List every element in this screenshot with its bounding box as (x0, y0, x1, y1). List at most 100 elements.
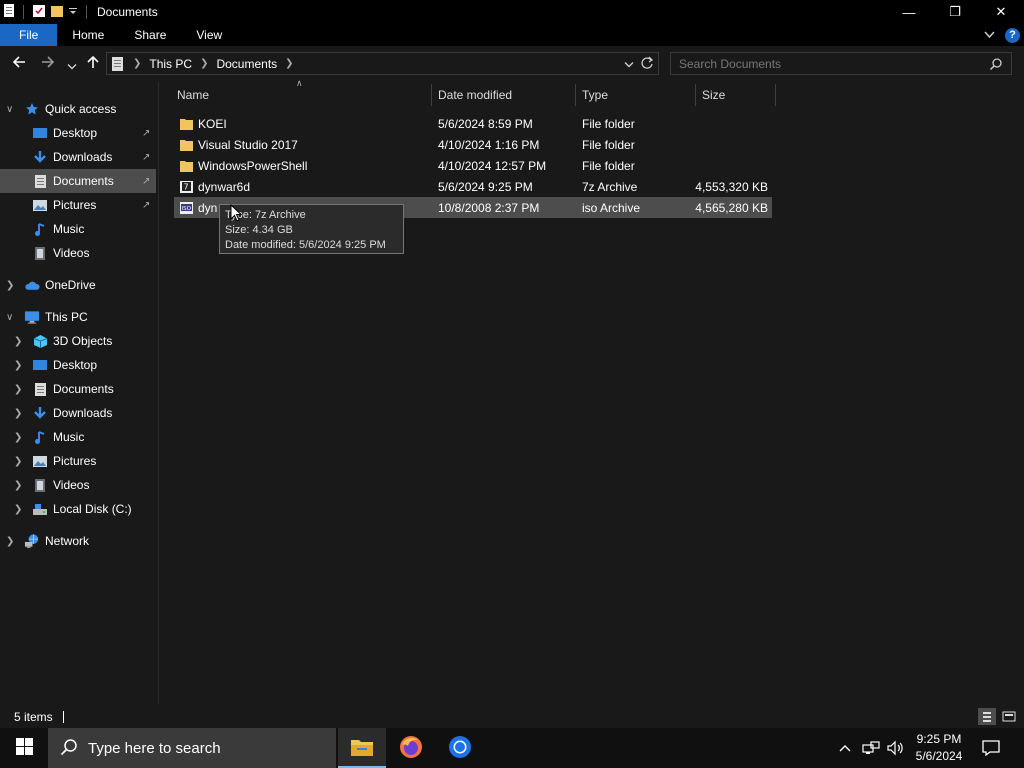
properties-icon[interactable] (32, 4, 46, 21)
search-input[interactable] (679, 56, 979, 71)
nav-label: Desktop (53, 126, 98, 140)
collapsed-chevron-icon[interactable]: ❯ (14, 432, 22, 443)
breadcrumb-chevron-icon[interactable]: ❯ (285, 58, 293, 69)
volume-icon[interactable] (886, 728, 904, 768)
large-icons-view-icon[interactable] (1000, 708, 1018, 725)
breadcrumb-documents[interactable]: Documents (216, 57, 277, 71)
taskbar-clock[interactable]: 9:25 PM 5/6/2024 (906, 731, 972, 765)
nav-quick-pictures[interactable]: Pictures ↗ (0, 193, 158, 217)
nav-this-pc[interactable]: ∨ This PC (0, 305, 158, 329)
collapsed-chevron-icon[interactable]: ❯ (14, 336, 22, 347)
up-arrow-icon[interactable] (85, 54, 101, 75)
nav-quick-music[interactable]: Music (0, 217, 158, 241)
nav-pc-local-disk[interactable]: ❯ Local Disk (C:) (0, 497, 158, 521)
customize-qat-icon[interactable] (68, 5, 78, 19)
pin-icon[interactable]: ↗ (142, 176, 150, 187)
restore-button[interactable]: ❐ (932, 0, 978, 24)
nav-pc-videos[interactable]: ❯ Videos (0, 473, 158, 497)
new-folder-icon[interactable] (50, 4, 64, 21)
tab-view[interactable]: View (181, 24, 237, 46)
breadcrumb-chevron-icon[interactable]: ❯ (133, 58, 141, 69)
documents-icon (32, 173, 48, 189)
nav-network[interactable]: ❯ Network (0, 529, 158, 553)
file-name: KOEI (198, 117, 227, 131)
pin-icon[interactable]: ↗ (142, 152, 150, 163)
collapsed-chevron-icon[interactable]: ❯ (14, 384, 22, 395)
address-bar[interactable]: ❯ This PC ❯ Documents ❯ (106, 52, 659, 75)
expand-ribbon-icon[interactable] (984, 28, 995, 42)
breadcrumb-this-pc[interactable]: This PC (149, 57, 192, 71)
action-center-icon[interactable] (982, 728, 1000, 768)
pin-icon[interactable]: ↗ (142, 200, 150, 211)
column-separator[interactable] (431, 84, 432, 106)
file-row[interactable]: KOEI 5/6/2024 8:59 PM File folder (174, 113, 772, 134)
nav-quick-videos[interactable]: Videos (0, 241, 158, 265)
navigation-pane: ∨ Quick access Desktop ↗ Downloads ↗ Doc… (0, 82, 158, 704)
network-status-icon[interactable] (862, 728, 880, 768)
start-button[interactable] (0, 728, 48, 768)
expanded-chevron-icon[interactable]: ∨ (6, 104, 13, 115)
minimize-button[interactable]: — (886, 0, 932, 24)
tab-file[interactable]: File (0, 24, 58, 46)
column-header-type[interactable]: Type (582, 84, 608, 106)
explorer-app-icon[interactable] (3, 3, 15, 21)
nav-onedrive[interactable]: ❯ OneDrive (0, 273, 158, 297)
column-separator[interactable] (695, 84, 696, 106)
column-header-size[interactable]: Size (702, 84, 725, 106)
collapsed-chevron-icon[interactable]: ❯ (14, 504, 22, 515)
file-row[interactable]: Visual Studio 2017 4/10/2024 1:16 PM Fil… (174, 134, 772, 155)
nav-pc-desktop[interactable]: ❯ Desktop (0, 353, 158, 377)
help-icon[interactable]: ? (1005, 27, 1020, 43)
address-dropdown-icon[interactable] (624, 58, 634, 72)
nav-label: Videos (53, 478, 90, 492)
collapsed-chevron-icon[interactable]: ❯ (14, 456, 22, 467)
taskbar-search-text: Type here to search (88, 739, 221, 757)
window-title: Documents (97, 5, 158, 19)
show-hidden-icons[interactable] (838, 728, 852, 768)
pane-divider[interactable] (158, 82, 159, 704)
taskbar-search-box[interactable]: Type here to search (48, 728, 336, 768)
taskbar-chrome[interactable] (436, 728, 484, 768)
pin-icon[interactable]: ↗ (142, 128, 150, 139)
collapsed-chevron-icon[interactable]: ❯ (14, 408, 22, 419)
pictures-icon (32, 453, 48, 469)
column-separator[interactable] (775, 84, 776, 106)
collapsed-chevron-icon[interactable]: ❯ (6, 280, 14, 291)
tooltip-type: Type: 7z Archive (225, 209, 306, 221)
breadcrumb-chevron-icon[interactable]: ❯ (200, 58, 208, 69)
details-view-icon[interactable] (978, 708, 996, 725)
nav-quick-access[interactable]: ∨ Quick access (0, 97, 158, 121)
taskbar-file-explorer[interactable] (338, 728, 386, 768)
collapsed-chevron-icon[interactable]: ❯ (14, 360, 22, 371)
recent-locations-chevron-icon[interactable] (67, 58, 77, 76)
nav-label: Videos (53, 246, 90, 260)
forward-arrow-icon[interactable] (40, 54, 56, 75)
collapsed-chevron-icon[interactable]: ❯ (6, 536, 14, 547)
star-icon (24, 101, 40, 117)
column-header-date[interactable]: Date modified (438, 84, 512, 106)
nav-pc-3d-objects[interactable]: ❯ 3D Objects (0, 329, 158, 353)
nav-quick-desktop[interactable]: Desktop ↗ (0, 121, 158, 145)
column-separator[interactable] (575, 84, 576, 106)
nav-quick-documents[interactable]: Documents ↗ (0, 169, 156, 193)
back-arrow-icon[interactable] (11, 54, 27, 75)
nav-pc-music[interactable]: ❯ Music (0, 425, 158, 449)
refresh-icon[interactable] (640, 56, 654, 73)
file-row[interactable]: 7 dynwar6d 5/6/2024 9:25 PM 7z Archive 4… (174, 176, 772, 197)
file-type: File folder (582, 117, 635, 131)
file-row[interactable]: WindowsPowerShell 4/10/2024 12:57 PM Fil… (174, 155, 772, 176)
tab-share[interactable]: Share (119, 24, 181, 46)
column-header-name[interactable]: Name (177, 84, 209, 106)
tab-home[interactable]: Home (57, 24, 119, 46)
taskbar-firefox[interactable] (387, 728, 435, 768)
collapsed-chevron-icon[interactable]: ❯ (14, 480, 22, 491)
nav-quick-downloads[interactable]: Downloads ↗ (0, 145, 158, 169)
nav-pc-downloads[interactable]: ❯ Downloads (0, 401, 158, 425)
expanded-chevron-icon[interactable]: ∨ (6, 312, 13, 323)
file-name: WindowsPowerShell (198, 159, 308, 173)
nav-pc-pictures[interactable]: ❯ Pictures (0, 449, 158, 473)
nav-pc-documents[interactable]: ❯ Documents (0, 377, 158, 401)
close-button[interactable]: ✕ (978, 0, 1024, 24)
search-icon[interactable] (989, 57, 1003, 74)
search-box[interactable] (670, 52, 1012, 75)
